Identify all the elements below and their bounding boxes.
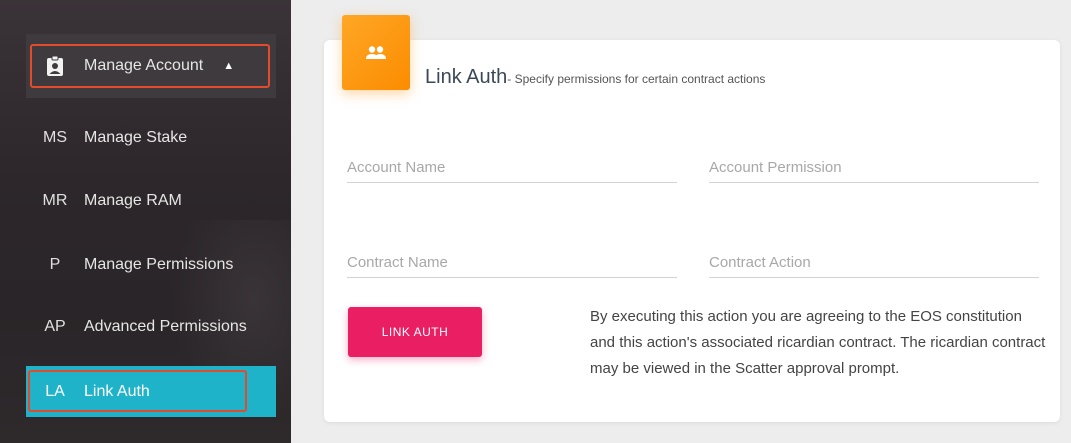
- sidebar-item-label: Advanced Permissions: [84, 318, 247, 335]
- people-icon: [342, 15, 410, 90]
- page-title: Link Auth: [425, 66, 508, 88]
- contract-action-field: [709, 238, 1039, 278]
- sidebar-item-manage-ram[interactable]: MR Manage RAM: [26, 177, 276, 225]
- link-auth-button[interactable]: LINK AUTH: [348, 307, 482, 357]
- sidebar-item-label: Manage Stake: [84, 129, 188, 146]
- contract-name-input[interactable]: [347, 238, 677, 277]
- sidebar: Manage Account ▲ MS Manage Stake MR Mana…: [0, 0, 291, 443]
- sidebar-item-label: Manage Account: [84, 57, 204, 74]
- sidebar-item-manage-permissions[interactable]: P Manage Permissions: [26, 241, 276, 289]
- sidebar-item-label: Manage Permissions: [84, 256, 234, 273]
- badge-icon: [26, 55, 84, 77]
- sidebar-item-advanced-permissions[interactable]: AP Advanced Permissions: [26, 303, 276, 351]
- sidebar-item-link-auth[interactable]: LA Link Auth: [26, 366, 276, 417]
- disclaimer-text: By executing this action you are agreein…: [590, 308, 1046, 377]
- contract-action-input[interactable]: [709, 238, 1039, 277]
- account-permission-input[interactable]: [709, 143, 1039, 182]
- contract-name-field: [347, 238, 677, 278]
- sidebar-item-abbr: LA: [45, 382, 65, 400]
- sidebar-item-abbr: AP: [44, 318, 66, 335]
- page-subtitle: - Specify permissions for certain contra…: [507, 72, 766, 86]
- sidebar-item-abbr: MS: [43, 129, 67, 146]
- sidebar-item-label: Link Auth: [84, 382, 150, 400]
- account-name-field: [347, 143, 677, 183]
- card-title: Link Auth - Specify permissions for cert…: [425, 66, 765, 89]
- sidebar-item-abbr: P: [49, 256, 61, 273]
- caret-up-icon: ▲: [223, 60, 235, 72]
- sidebar-item-manage-stake[interactable]: MS Manage Stake: [26, 114, 276, 162]
- account-permission-field: [709, 143, 1039, 183]
- sidebar-item-manage-account[interactable]: Manage Account ▲: [26, 34, 276, 98]
- sidebar-item-label: Manage RAM: [84, 192, 182, 209]
- sidebar-item-abbr: MR: [42, 192, 68, 209]
- account-name-input[interactable]: [347, 143, 677, 182]
